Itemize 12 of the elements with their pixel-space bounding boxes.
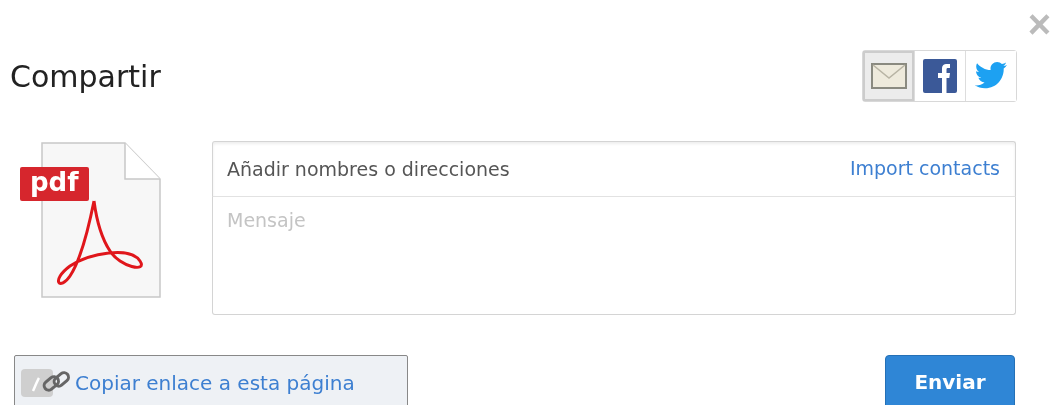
message-field[interactable]: Mensaje xyxy=(212,197,1016,315)
facebook-icon xyxy=(923,59,957,93)
envelope-icon xyxy=(870,63,907,89)
bird-icon xyxy=(974,61,1008,91)
share-option[interactable] xyxy=(965,51,1016,101)
dialog-title: Compartir xyxy=(10,58,161,94)
send-button[interactable]: Enviar xyxy=(885,355,1015,405)
chain-link-icon xyxy=(21,369,73,397)
import-contacts-link[interactable]: Import contacts xyxy=(849,157,1000,179)
close-button[interactable]: × xyxy=(1027,6,1051,42)
share-option[interactable] xyxy=(863,51,914,101)
copy-link-button[interactable]: Copiar enlace a esta página xyxy=(14,355,408,405)
